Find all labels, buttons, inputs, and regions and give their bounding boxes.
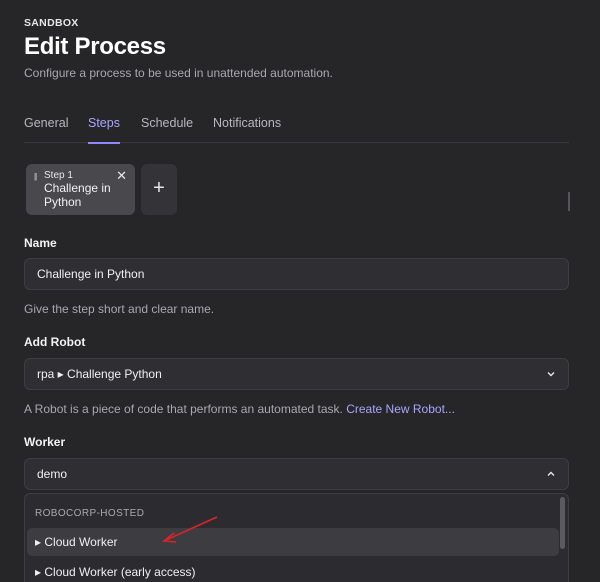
tab-schedule[interactable]: Schedule [141, 116, 193, 143]
worker-select-value: demo [37, 467, 68, 481]
chevron-down-icon [547, 372, 555, 377]
scroll-indicator [568, 192, 570, 211]
robot-select[interactable]: rpa ▸ Challenge Python [24, 358, 569, 390]
step-card[interactable]: || Step 1 ✕ Challenge in Python [26, 164, 135, 215]
step-name-input[interactable]: Challenge in Python [24, 258, 569, 290]
tab-notifications[interactable]: Notifications [213, 116, 281, 143]
step-number: Step 1 [44, 170, 73, 181]
workspace-label: SANDBOX [24, 17, 79, 29]
plus-icon: + [153, 177, 165, 199]
add-step-button[interactable]: + [141, 164, 177, 215]
robot-select-value: rpa ▸ Challenge Python [37, 367, 162, 381]
worker-dropdown: ROBOCORP-HOSTED ▸ Cloud Worker ▸ Cloud W… [24, 493, 569, 582]
dropdown-group-label: ROBOCORP-HOSTED [35, 508, 145, 519]
name-label: Name [24, 236, 57, 250]
chevron-up-icon [547, 471, 555, 476]
dropdown-item-cloud-worker-early-access[interactable]: ▸ Cloud Worker (early access) [27, 558, 559, 582]
create-new-robot-link[interactable]: Create New Robot... [346, 402, 455, 416]
robot-help-description: A Robot is a piece of code that performs… [24, 402, 343, 416]
dropdown-item-cloud-worker[interactable]: ▸ Cloud Worker [27, 528, 559, 556]
page-title: Edit Process [24, 33, 166, 60]
tab-general[interactable]: General [24, 116, 68, 143]
add-robot-label: Add Robot [24, 335, 86, 349]
page-subtitle: Configure a process to be used in unatte… [24, 66, 333, 80]
drag-handle-icon[interactable]: || [34, 172, 37, 181]
tab-bar: General Steps Schedule Notifications [24, 116, 569, 144]
tab-steps[interactable]: Steps [88, 116, 120, 144]
name-help-text: Give the step short and clear name. [24, 302, 215, 316]
step-name: Challenge in Python [44, 181, 111, 209]
robot-help-text: A Robot is a piece of code that performs… [24, 402, 455, 416]
worker-label: Worker [24, 435, 66, 449]
worker-select[interactable]: demo [24, 458, 569, 490]
dropdown-scrollbar[interactable] [560, 497, 565, 549]
edit-process-page: SANDBOX Edit Process Configure a process… [0, 0, 600, 582]
